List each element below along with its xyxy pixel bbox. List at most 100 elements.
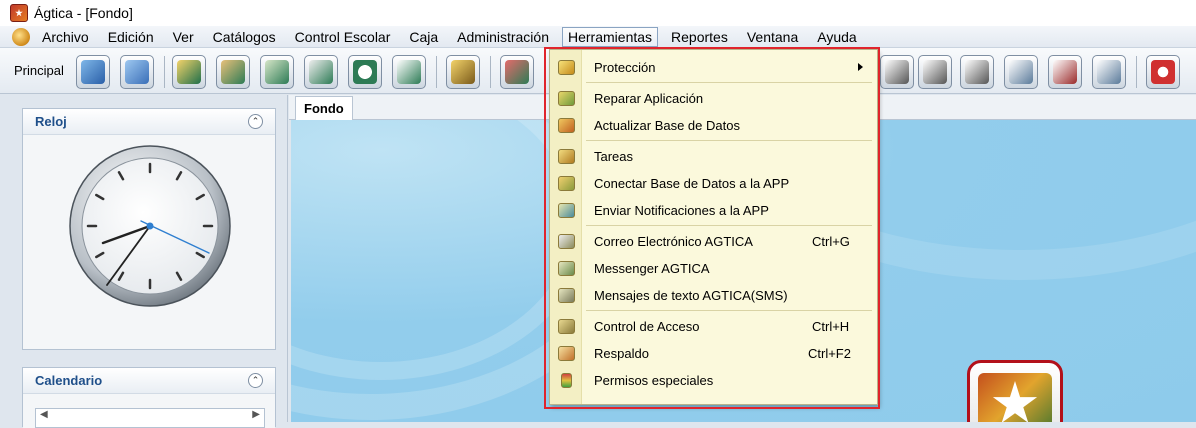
menu-item-permisos-especiales[interactable]: Permisos especiales — [550, 367, 877, 393]
access-control-icon — [558, 318, 575, 334]
menu-herramientas[interactable]: Herramientas — [562, 26, 659, 47]
traffic-light-icon — [561, 372, 572, 388]
menu-item-messenger[interactable]: Messenger AGTICA — [550, 255, 877, 281]
menu-separator — [586, 82, 872, 83]
repair-icon — [558, 90, 575, 106]
calendar-panel-title: Calendario — [35, 373, 103, 388]
menu-item-label: Reparar Aplicación — [594, 90, 704, 106]
collapse-icon[interactable]: ⌃ — [248, 114, 263, 129]
toolbar-button-report-3[interactable] — [960, 55, 994, 89]
menu-item-label: Tareas — [594, 148, 634, 164]
menu-item-label: Messenger AGTICA — [594, 260, 710, 276]
toolbar-button-cube[interactable] — [76, 55, 110, 89]
grid-icon — [125, 60, 149, 84]
clock-panel-body — [23, 135, 275, 349]
tasks-icon — [558, 148, 575, 164]
menu-item-label: Conectar Base de Datos a la APP — [594, 175, 790, 191]
menu-caja[interactable]: Caja — [403, 27, 444, 47]
at-sign-icon — [397, 60, 421, 84]
toolbar-button-report-6[interactable] — [1092, 55, 1126, 89]
menu-ayuda[interactable]: Ayuda — [811, 27, 862, 47]
toolbar-button-email[interactable] — [392, 55, 426, 89]
collapse-icon[interactable]: ⌃ — [248, 373, 263, 388]
menu-item-tareas[interactable]: Tareas — [550, 143, 877, 169]
calendar-next-icon[interactable]: ▶ — [252, 409, 260, 427]
tab-fondo[interactable]: Fondo — [295, 96, 353, 120]
shield-icon — [558, 59, 575, 75]
menu-catalogos[interactable]: Catálogos — [207, 27, 282, 47]
menu-item-enviar-notificaciones[interactable]: Enviar Notificaciones a la APP — [550, 197, 877, 223]
menu-edicion[interactable]: Edición — [102, 27, 160, 47]
report-icon — [965, 60, 989, 84]
toolbar-separator — [436, 56, 437, 88]
toolbar-label: Principal — [14, 63, 64, 78]
toolbar-button-report-5[interactable] — [1048, 55, 1082, 89]
toolbar-button-exit[interactable] — [1146, 55, 1180, 89]
left-pane: Reloj ⌃ Calendario ⌃ ◀ ▶ — [0, 95, 288, 428]
menu-administracion[interactable]: Administración — [451, 27, 555, 47]
menu-item-shortcut: Ctrl+F2 — [808, 345, 851, 361]
menu-item-reparar-aplicacion[interactable]: Reparar Aplicación — [550, 85, 877, 111]
menu-separator — [586, 140, 872, 141]
backup-icon — [558, 345, 575, 361]
menu-item-label: Control de Acceso — [594, 318, 700, 334]
users-icon — [265, 60, 289, 84]
toolbar-button-grid[interactable] — [120, 55, 154, 89]
toolbar-separator — [164, 56, 165, 88]
menu-item-label: Correo Electrónico AGTICA — [594, 233, 753, 249]
toolbar-separator — [490, 56, 491, 88]
title-bar: Ágtica - [Fondo] — [0, 0, 1196, 26]
toolbar-button-clock[interactable] — [348, 55, 382, 89]
toolbar-button-users[interactable] — [260, 55, 294, 89]
toolbar-button-report-2[interactable] — [918, 55, 952, 89]
pen-icon — [177, 60, 201, 84]
app-icon[interactable] — [10, 4, 28, 22]
report-icon — [923, 60, 947, 84]
menu-item-shortcut: Ctrl+H — [812, 318, 850, 334]
menu-item-control-de-acceso[interactable]: Control de Acceso Ctrl+H — [550, 313, 877, 339]
menu-item-shortcut: Ctrl+G — [812, 233, 850, 249]
clock-panel-header[interactable]: Reloj ⌃ — [23, 109, 275, 135]
menu-ventana[interactable]: Ventana — [741, 27, 804, 47]
calendar-panel-header[interactable]: Calendario ⌃ — [23, 368, 275, 394]
cube-icon — [81, 60, 105, 84]
menu-separator — [586, 310, 872, 311]
clock-panel: Reloj ⌃ — [22, 108, 276, 350]
toolbar-button-students[interactable] — [216, 55, 250, 89]
toolbar-separator — [1136, 56, 1137, 88]
menu-item-mensajes-sms[interactable]: Mensajes de texto AGTICA(SMS) — [550, 282, 877, 308]
group-icon — [505, 60, 529, 84]
menu-reportes[interactable]: Reportes — [665, 27, 734, 47]
email-icon — [558, 233, 575, 249]
menu-item-correo-electronico[interactable]: Correo Electrónico AGTICA Ctrl+G — [550, 228, 877, 254]
herramientas-dropdown: Protección Reparar Aplicación Actualizar… — [549, 49, 878, 405]
toolbar-button-pen[interactable] — [172, 55, 206, 89]
menu-archivo[interactable]: Archivo — [36, 27, 95, 47]
submenu-arrow-icon — [858, 63, 863, 71]
students-icon — [221, 60, 245, 84]
calendar-panel-body: ◀ ▶ — [23, 394, 275, 428]
toolbar-button-report-1[interactable] — [880, 55, 914, 89]
exit-icon — [1151, 60, 1175, 84]
menu-item-label: Actualizar Base de Datos — [594, 117, 740, 133]
toolbar-button-card[interactable] — [304, 55, 338, 89]
messenger-icon — [558, 260, 575, 276]
menu-item-proteccion[interactable]: Protección — [550, 54, 877, 80]
menu-item-conectar-base-de-datos[interactable]: Conectar Base de Datos a la APP — [550, 170, 877, 196]
menu-item-respaldo[interactable]: Respaldo Ctrl+F2 — [550, 340, 877, 366]
system-menu-icon[interactable] — [12, 27, 30, 46]
menu-item-label: Permisos especiales — [594, 372, 714, 388]
menu-control-escolar[interactable]: Control Escolar — [289, 27, 397, 47]
calendar-widget[interactable]: ◀ ▶ — [35, 408, 265, 428]
toolbar-button-report-4[interactable] — [1004, 55, 1038, 89]
toolbar-button-group[interactable] — [500, 55, 534, 89]
window-title: Ágtica - [Fondo] — [34, 5, 133, 21]
menu-item-actualizar-base-de-datos[interactable]: Actualizar Base de Datos — [550, 112, 877, 138]
database-connect-icon — [558, 175, 575, 191]
document-icon — [1009, 60, 1033, 84]
toolbar-button-calculator[interactable] — [446, 55, 480, 89]
menu-ver[interactable]: Ver — [167, 27, 200, 47]
calendar-prev-icon[interactable]: ◀ — [40, 409, 48, 427]
certificate-icon — [1097, 60, 1121, 84]
menu-bar: Archivo Edición Ver Catálogos Control Es… — [0, 26, 1196, 48]
